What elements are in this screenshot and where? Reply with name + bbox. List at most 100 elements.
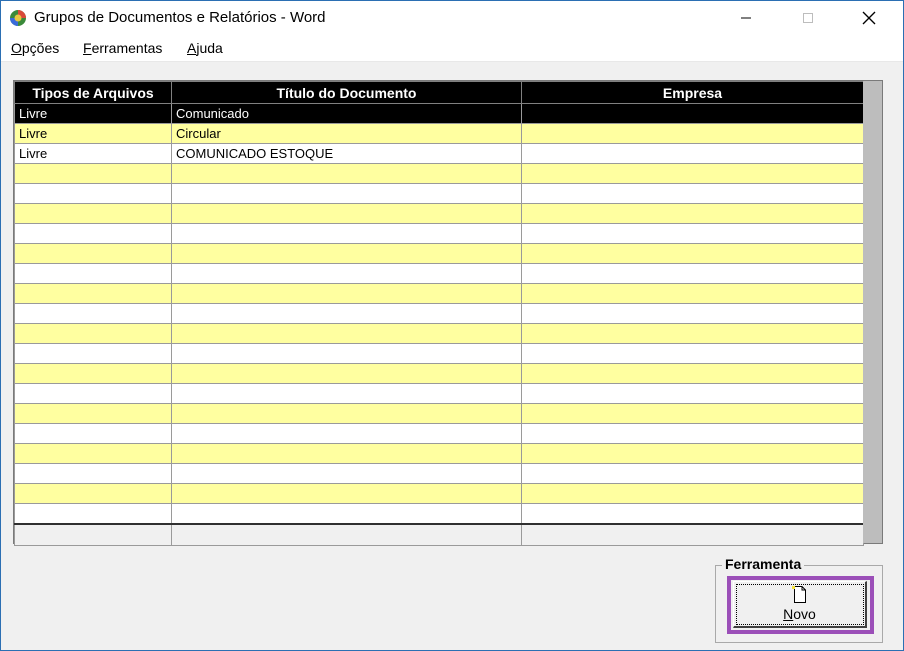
table-row[interactable] — [14, 243, 864, 264]
cell-titulo[interactable]: Circular — [171, 123, 522, 144]
cell-tipo[interactable] — [14, 323, 172, 344]
cell-tipo[interactable] — [14, 503, 172, 524]
window-title: Grupos de Documentos e Relatórios - Word — [34, 9, 326, 26]
table-row[interactable] — [14, 503, 864, 524]
cell-titulo[interactable] — [171, 383, 522, 404]
documents-table: Tipos de Arquivos Título do Documento Em… — [14, 81, 864, 546]
cell-tipo[interactable] — [14, 243, 172, 264]
table-row[interactable]: Livre Circular — [14, 123, 864, 144]
cell-titulo[interactable] — [171, 343, 522, 364]
column-header-tipos[interactable]: Tipos de Arquivos — [14, 81, 172, 104]
cell-titulo[interactable] — [171, 423, 522, 444]
table-row[interactable] — [14, 323, 864, 344]
cell-empresa[interactable] — [521, 103, 864, 124]
cell-tipo[interactable] — [14, 163, 172, 184]
table-row[interactable]: Livre COMUNICADO ESTOQUE — [14, 143, 864, 164]
table-row[interactable] — [14, 423, 864, 444]
cell-titulo[interactable] — [171, 483, 522, 504]
cell-titulo[interactable] — [171, 203, 522, 224]
cell-titulo[interactable] — [171, 363, 522, 384]
documents-grid-frame: Tipos de Arquivos Título do Documento Em… — [13, 80, 883, 546]
cell-tipo[interactable] — [14, 223, 172, 244]
cell-titulo[interactable] — [171, 163, 522, 184]
cell-tipo[interactable]: Livre — [14, 143, 172, 164]
grid-scroll-area[interactable] — [863, 81, 882, 543]
novo-button[interactable]: Novo — [733, 581, 867, 628]
menu-ferramentas-rest: erramentas — [91, 40, 163, 56]
cell-tipo[interactable] — [14, 343, 172, 364]
cell-empresa[interactable] — [521, 363, 864, 384]
cell-empresa[interactable] — [521, 123, 864, 144]
cell-tipo[interactable] — [14, 423, 172, 444]
maximize-button[interactable] — [785, 1, 831, 35]
column-header-empresa[interactable]: Empresa — [521, 81, 864, 104]
menu-ajuda[interactable]: Ajuda — [187, 40, 223, 56]
cell-tipo[interactable] — [14, 363, 172, 384]
cell-tipo[interactable] — [14, 383, 172, 404]
cell-titulo[interactable] — [171, 263, 522, 284]
table-row[interactable] — [14, 483, 864, 504]
cell-tipo[interactable] — [14, 183, 172, 204]
cell-titulo[interactable] — [171, 463, 522, 484]
cell-empresa[interactable] — [521, 183, 864, 204]
cell-empresa[interactable] — [521, 163, 864, 184]
menu-ferramentas[interactable]: Ferramentas — [83, 40, 162, 56]
table-row[interactable] — [14, 383, 864, 404]
menu-opcoes-rest: pções — [21, 40, 60, 56]
cell-empresa[interactable] — [521, 323, 864, 344]
menu-opcoes[interactable]: Opções — [11, 40, 59, 56]
cell-titulo[interactable] — [171, 243, 522, 264]
cell-empresa[interactable] — [521, 263, 864, 284]
cell-empresa[interactable] — [521, 503, 864, 524]
table-row[interactable] — [14, 443, 864, 464]
table-row[interactable] — [14, 463, 864, 484]
table-row[interactable] — [14, 163, 864, 184]
cell-tipo[interactable] — [14, 463, 172, 484]
cell-tipo[interactable] — [14, 263, 172, 284]
cell-titulo[interactable] — [171, 443, 522, 464]
table-row[interactable] — [14, 363, 864, 384]
cell-empresa[interactable] — [521, 343, 864, 364]
cell-titulo[interactable]: COMUNICADO ESTOQUE — [171, 143, 522, 164]
cell-tipo[interactable] — [14, 303, 172, 324]
table-row[interactable]: Livre Comunicado — [14, 103, 864, 124]
cell-empresa[interactable] — [521, 423, 864, 444]
cell-tipo[interactable] — [14, 203, 172, 224]
table-row[interactable] — [14, 263, 864, 284]
cell-titulo[interactable] — [171, 403, 522, 424]
table-row[interactable] — [14, 403, 864, 424]
cell-tipo[interactable] — [14, 283, 172, 304]
table-row[interactable] — [14, 283, 864, 304]
table-row[interactable] — [14, 223, 864, 244]
cell-tipo[interactable] — [14, 443, 172, 464]
cell-empresa[interactable] — [521, 403, 864, 424]
cell-empresa[interactable] — [521, 483, 864, 504]
cell-empresa[interactable] — [521, 443, 864, 464]
cell-titulo[interactable] — [171, 283, 522, 304]
cell-empresa[interactable] — [521, 223, 864, 244]
table-row[interactable] — [14, 203, 864, 224]
cell-tipo[interactable] — [14, 483, 172, 504]
cell-empresa[interactable] — [521, 463, 864, 484]
minimize-button[interactable] — [723, 1, 769, 35]
cell-titulo[interactable]: Comunicado — [171, 103, 522, 124]
cell-titulo[interactable] — [171, 183, 522, 204]
cell-empresa[interactable] — [521, 283, 864, 304]
cell-tipo[interactable]: Livre — [14, 123, 172, 144]
cell-titulo[interactable] — [171, 503, 522, 524]
cell-empresa[interactable] — [521, 383, 864, 404]
column-header-titulo[interactable]: Título do Documento — [171, 81, 522, 104]
table-row[interactable] — [14, 343, 864, 364]
cell-empresa[interactable] — [521, 143, 864, 164]
table-row[interactable] — [14, 303, 864, 324]
table-row[interactable] — [14, 183, 864, 204]
cell-titulo[interactable] — [171, 323, 522, 344]
cell-titulo[interactable] — [171, 303, 522, 324]
cell-empresa[interactable] — [521, 203, 864, 224]
close-button[interactable] — [846, 1, 892, 35]
cell-empresa[interactable] — [521, 303, 864, 324]
cell-tipo[interactable]: Livre — [14, 103, 172, 124]
cell-empresa[interactable] — [521, 243, 864, 264]
cell-titulo[interactable] — [171, 223, 522, 244]
cell-tipo[interactable] — [14, 403, 172, 424]
